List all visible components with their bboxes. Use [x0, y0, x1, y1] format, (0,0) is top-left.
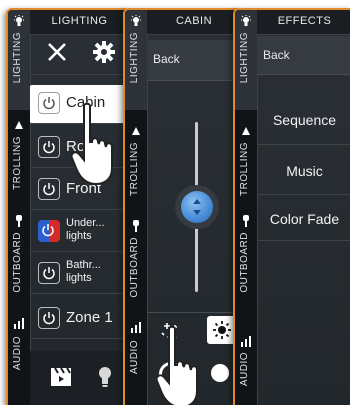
pointer-hand-icon — [70, 102, 124, 193]
zone-label: Under... lights — [66, 217, 105, 242]
audio-bars-icon — [130, 320, 142, 333]
gear-icon[interactable] — [92, 40, 116, 69]
rail-label-trolling: TROLLING — [12, 136, 23, 191]
side-rail: LIGHTING TROLLING OUTBOARD AUDIO — [8, 10, 31, 405]
side-rail: LIGHTING TROLLING OUTBOARD AUDIO — [125, 10, 148, 405]
effect-item-music[interactable]: Music — [257, 146, 350, 195]
zone-row-bathroom-lights[interactable]: Bathr... lights — [30, 255, 129, 294]
power-icon[interactable] — [38, 262, 60, 284]
zone-row-under-lights[interactable]: Under... lights — [30, 213, 129, 252]
rail-tab-outboard[interactable]: OUTBOARD — [125, 215, 147, 305]
rail-label-lighting: LIGHTING — [129, 32, 140, 84]
bulb-icon — [13, 14, 25, 26]
rail-label-audio: AUDIO — [12, 336, 23, 371]
rail-label-audio: AUDIO — [129, 340, 140, 375]
power-icon[interactable] — [38, 136, 60, 158]
scenes-clapperboard-icon[interactable] — [50, 367, 72, 392]
effect-item-color-fade[interactable]: Color Fade — [257, 196, 350, 241]
zone-row-zone-1[interactable]: Zone 1 — [30, 300, 129, 339]
audio-bars-icon — [240, 334, 252, 347]
rail-tab-lighting[interactable]: LIGHTING — [125, 10, 147, 110]
trolling-motor-icon — [13, 118, 25, 130]
rail-label-audio: AUDIO — [239, 352, 250, 387]
rail-label-lighting: LIGHTING — [12, 32, 23, 84]
rail-tab-trolling[interactable]: TROLLING — [8, 114, 30, 214]
trolling-motor-icon — [240, 124, 252, 136]
cabin-panel: LIGHTING TROLLING OUTBOARD AUDIO CABIN B… — [123, 8, 243, 405]
rail-label-outboard: OUTBOARD — [12, 232, 23, 293]
power-icon[interactable] — [38, 92, 60, 114]
side-rail: LIGHTING TROLLING OUTBOARD AUDIO — [235, 10, 258, 405]
rail-label-outboard: OUTBOARD — [239, 232, 250, 293]
outboard-motor-icon — [130, 219, 142, 232]
audio-bars-icon — [13, 316, 25, 329]
lighting-toolbar — [30, 34, 129, 75]
back-button[interactable]: Back — [147, 40, 241, 81]
rail-label-trolling: TROLLING — [239, 142, 250, 197]
white-color-icon[interactable] — [211, 364, 229, 382]
bulb-icon[interactable] — [97, 366, 113, 393]
zone-label: Bathr... lights — [66, 259, 101, 284]
rail-tab-audio[interactable]: AUDIO — [125, 316, 147, 396]
power-icon[interactable] — [38, 178, 60, 200]
power-icon[interactable] — [38, 307, 60, 329]
power-icon[interactable] — [38, 220, 60, 242]
zone-label: Zone 1 — [66, 309, 113, 326]
slider-knob[interactable] — [175, 185, 219, 229]
panel-title: LIGHTING — [30, 10, 129, 35]
rail-tab-audio[interactable]: AUDIO — [235, 330, 257, 405]
rail-tab-trolling[interactable]: TROLLING — [235, 120, 257, 220]
rail-tab-trolling[interactable]: TROLLING — [125, 120, 147, 220]
panel-title: CABIN — [147, 10, 241, 35]
rail-tab-outboard[interactable]: OUTBOARD — [8, 210, 30, 300]
effects-panel: LIGHTING TROLLING OUTBOARD AUDIO EFFECTS… — [233, 8, 350, 405]
back-label: Back — [153, 52, 180, 66]
rail-label-trolling: TROLLING — [129, 142, 140, 197]
pointer-hand-icon — [155, 325, 209, 405]
back-label: Back — [263, 48, 290, 62]
lighting-bottom-bar — [30, 351, 129, 405]
bulb-icon — [240, 14, 252, 26]
panel-title: EFFECTS — [257, 10, 350, 35]
sun-icon — [213, 321, 231, 339]
trolling-motor-icon — [130, 124, 142, 136]
outboard-motor-icon — [240, 214, 252, 227]
lighting-panel: LIGHTING TROLLING OUTBOARD AUDIO LIGHTIN… — [6, 8, 131, 405]
bulb-icon — [130, 14, 142, 26]
rail-label-lighting: LIGHTING — [239, 32, 250, 84]
effect-item-sequence[interactable]: Sequence — [257, 100, 350, 145]
rail-label-outboard: OUTBOARD — [129, 237, 140, 298]
dimmer-slider[interactable] — [147, 82, 241, 312]
outboard-motor-icon — [13, 214, 25, 227]
back-button[interactable]: Back — [257, 36, 350, 75]
close-icon[interactable] — [46, 41, 68, 68]
rail-tab-lighting[interactable]: LIGHTING — [8, 10, 30, 110]
rail-tab-outboard[interactable]: OUTBOARD — [235, 210, 257, 300]
rail-tab-lighting[interactable]: LIGHTING — [235, 10, 257, 110]
rail-tab-audio[interactable]: AUDIO — [8, 310, 30, 390]
